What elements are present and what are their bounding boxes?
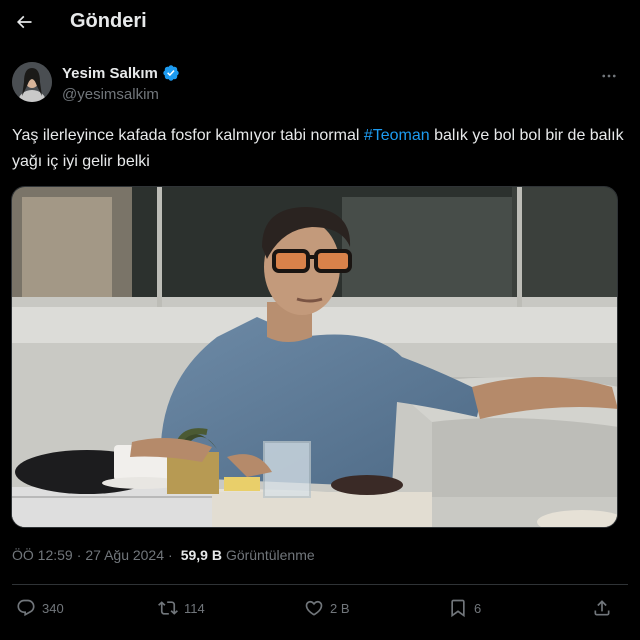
heart-icon — [305, 600, 323, 616]
tweet-time[interactable]: ÖÖ 12:59 — [12, 547, 73, 563]
tweet-text: Yaş ilerleyince kafada fosfor kalmıyor t… — [12, 123, 624, 175]
divider — [12, 584, 628, 585]
more-options-button[interactable] — [594, 64, 624, 88]
repost-icon — [158, 601, 178, 615]
bookmark-icon — [451, 599, 465, 618]
share-button[interactable] — [592, 598, 612, 618]
tweet-author: Yesim Salkım @yesimsalkim — [12, 60, 628, 110]
display-name-row: Yesim Salkım — [62, 64, 180, 82]
reply-icon — [17, 599, 35, 617]
tweet-text-part: Yaş ilerleyince kafada fosfor kalmıyor t… — [12, 127, 364, 144]
more-horizontal-icon — [602, 74, 616, 78]
repost-count: 114 — [184, 600, 205, 616]
tweet-actions: 340 114 2 B 6 — [12, 594, 628, 626]
photo-illustration — [12, 187, 617, 527]
reply-button[interactable]: 340 — [16, 598, 64, 618]
repost-button[interactable]: 114 — [158, 598, 205, 618]
meta-separator: · — [168, 547, 173, 563]
like-button[interactable]: 2 B — [304, 598, 350, 618]
like-count: 2 B — [330, 600, 350, 616]
back-button[interactable] — [8, 6, 40, 38]
verified-badge-icon[interactable] — [162, 64, 180, 82]
tweet-meta: ÖÖ 12:59 · 27 Ağu 2024 · 59,9 B Görüntül… — [12, 547, 315, 563]
reply-count: 340 — [42, 600, 64, 616]
avatar[interactable] — [12, 62, 52, 102]
display-name[interactable]: Yesim Salkım — [62, 65, 158, 82]
meta-separator: · — [76, 547, 82, 563]
share-icon — [594, 600, 610, 616]
bookmark-count: 6 — [474, 600, 482, 616]
tweet-media-photo[interactable] — [11, 186, 618, 528]
hashtag-link[interactable]: #Teoman — [364, 127, 430, 144]
views-count: 59,9 B — [180, 547, 222, 563]
handle[interactable]: @yesimsalkim — [62, 86, 159, 103]
page-header: Gönderi — [0, 0, 640, 44]
page-title: Gönderi — [70, 10, 147, 32]
tweet-date[interactable]: 27 Ağu 2024 — [85, 547, 164, 563]
bookmark-button[interactable]: 6 — [448, 598, 481, 618]
views-label: Görüntülenme — [225, 547, 315, 563]
arrow-left-icon — [16, 15, 32, 29]
